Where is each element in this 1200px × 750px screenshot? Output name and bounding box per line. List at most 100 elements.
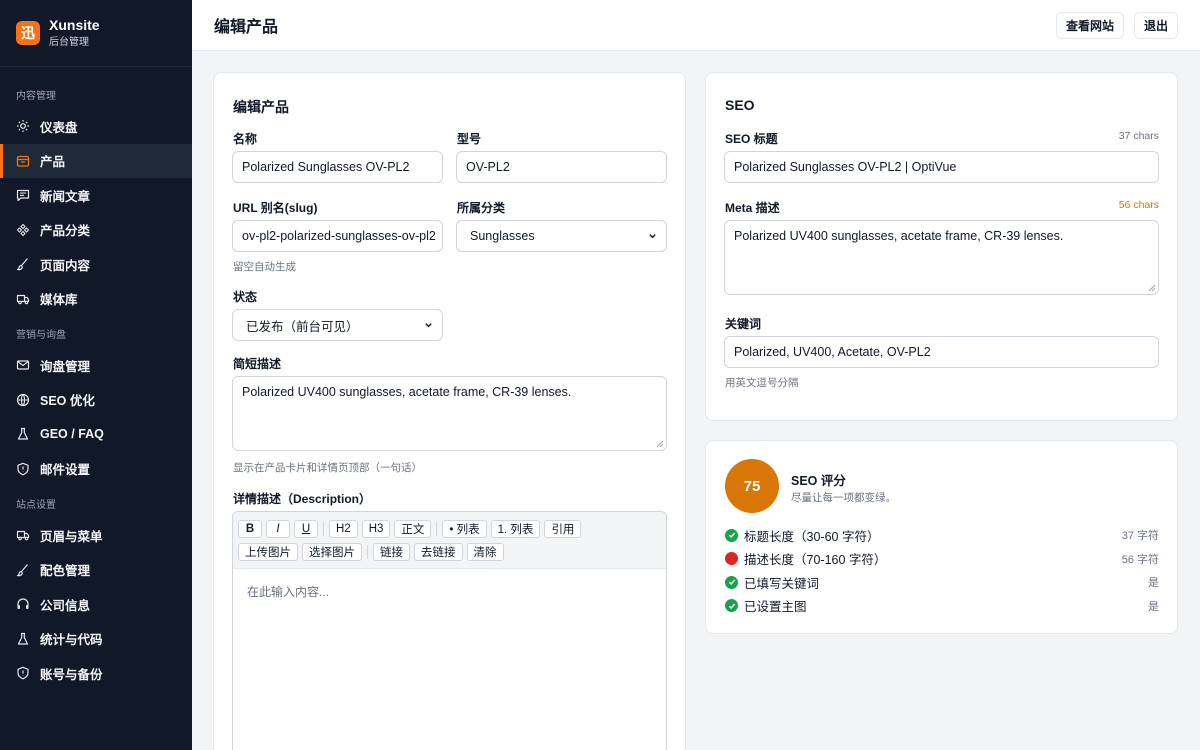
seo-title-label: SEO 标题 bbox=[725, 132, 778, 146]
sidebar-item-label: 页眉与菜单 bbox=[40, 529, 103, 544]
sidebar-item[interactable]: 公司信息 bbox=[0, 587, 192, 622]
sidebar-item[interactable]: 媒体库 bbox=[0, 282, 192, 317]
sidebar-item[interactable]: SEO 优化 bbox=[0, 383, 192, 418]
brand-name: Xunsite bbox=[49, 16, 100, 33]
rich-text-editor: B I U H2 H3 正文 • 列表 1. 列表 引用 上传图片 选择图片 链接 去链接 清除 在此输… bbox=[232, 511, 667, 750]
seo-score-card: 75 SEO 评分 尽量让每一项都变绿。 标题长度（30-60 字符） 37 字符… bbox=[705, 440, 1178, 634]
category-select-value: Sunglasses bbox=[470, 229, 535, 243]
view-site-button[interactable]: 查看网站 bbox=[1055, 11, 1124, 39]
seo-score-subtitle: 尽量让每一项都变绿。 bbox=[791, 492, 896, 504]
resize-handle-icon[interactable] bbox=[656, 440, 664, 448]
quote-button[interactable]: 引用 bbox=[544, 519, 582, 538]
link-button[interactable]: 链接 bbox=[373, 542, 410, 561]
logout-button[interactable]: 退出 bbox=[1133, 11, 1178, 39]
short-desc-textarea[interactable]: Polarized UV400 sunglasses, acetate fram… bbox=[232, 376, 667, 451]
check-fail-icon bbox=[725, 552, 738, 565]
seo-check-value: 是 bbox=[1148, 577, 1159, 589]
headphones-icon bbox=[16, 597, 30, 611]
seo-title-input[interactable]: Polarized Sunglasses OV-PL2 | OptiVue bbox=[724, 151, 1159, 183]
status-label: 状态 bbox=[233, 290, 258, 304]
bullet-list-button[interactable]: • 列表 bbox=[442, 519, 487, 538]
sidebar-item-label: 产品分类 bbox=[40, 224, 91, 239]
sidebar-item[interactable]: 仪表盘 bbox=[0, 109, 192, 144]
select-image-button[interactable]: 选择图片 bbox=[302, 542, 362, 561]
check-ok-icon bbox=[725, 528, 738, 542]
sidebar-item-label: 产品 bbox=[40, 155, 66, 170]
sidebar-section-title: 内容管理 bbox=[16, 91, 56, 102]
slug-input[interactable]: ov-pl2-polarized-sunglasses-ov-pl2 bbox=[232, 220, 443, 252]
paragraph-button[interactable]: 正文 bbox=[394, 519, 432, 538]
sidebar-item[interactable]: 统计与代码 bbox=[0, 622, 192, 657]
toolbar-row-media: 上传图片 选择图片 链接 去链接 清除 bbox=[238, 540, 661, 563]
seo-check-item: 标题长度（30-60 字符） 37 字符 bbox=[725, 526, 1159, 544]
model-label: 型号 bbox=[457, 132, 482, 146]
sidebar-item[interactable]: 配色管理 bbox=[0, 553, 192, 588]
toolbar-separator bbox=[323, 521, 324, 536]
sidebar-item-label: SEO 优化 bbox=[40, 394, 95, 409]
keywords-hint: 用英文逗号分隔 bbox=[725, 377, 799, 389]
seo-score-badge: 75 bbox=[725, 459, 779, 513]
sidebar-section-title: 营销与询盘 bbox=[16, 330, 66, 341]
editor-content[interactable]: 在此输入内容... bbox=[233, 569, 666, 614]
flask-icon bbox=[16, 427, 30, 441]
seo-check-value: 56 字符 bbox=[1121, 553, 1159, 566]
name-input[interactable]: Polarized Sunglasses OV-PL2 bbox=[232, 151, 443, 183]
sidebar-item[interactable]: 产品 bbox=[0, 143, 192, 178]
sidebar-item-label: 统计与代码 bbox=[40, 633, 103, 648]
unlink-button[interactable]: 去链接 bbox=[414, 542, 463, 561]
short-desc-label: 简短描述 bbox=[233, 357, 282, 371]
clear-format-button[interactable]: 清除 bbox=[466, 542, 504, 561]
toolbar-separator bbox=[367, 544, 368, 559]
category-select[interactable]: Sunglasses bbox=[456, 220, 667, 252]
sidebar-item[interactable]: 产品分类 bbox=[0, 213, 192, 248]
short-desc-hint: 显示在产品卡片和详情页顶部（一句话） bbox=[233, 462, 422, 474]
model-input[interactable]: OV-PL2 bbox=[456, 151, 667, 183]
grid-icon bbox=[16, 223, 30, 237]
meta-desc-textarea[interactable]: Polarized UV400 sunglasses, acetate fram… bbox=[724, 220, 1159, 295]
product-form-card: 编辑产品 名称 Polarized Sunglasses OV-PL2 型号 O… bbox=[213, 72, 686, 750]
meta-desc-counter: 56 chars bbox=[1118, 199, 1159, 211]
flask-icon bbox=[16, 632, 30, 646]
keywords-label: 关键词 bbox=[725, 317, 762, 331]
sidebar-item[interactable]: 新闻文章 bbox=[0, 178, 192, 213]
page-title: 编辑产品 bbox=[214, 19, 279, 36]
upload-image-button[interactable]: 上传图片 bbox=[238, 542, 298, 561]
check-ok-icon bbox=[725, 599, 738, 612]
sidebar-section-title: 站点设置 bbox=[16, 500, 56, 511]
sidebar-item-label: 询盘管理 bbox=[40, 359, 91, 374]
seo-check-label: 标题长度（30-60 字符） bbox=[744, 529, 880, 544]
status-select[interactable]: 已发布（前台可见） bbox=[232, 309, 443, 341]
sidebar-item-label: GEO / FAQ bbox=[40, 427, 104, 442]
seo-title-counter: 37 chars bbox=[1118, 130, 1159, 142]
sidebar-item-label: 账号与备份 bbox=[40, 667, 103, 682]
sidebar-item[interactable]: 页面内容 bbox=[0, 247, 192, 282]
sidebar-item[interactable]: 账号与备份 bbox=[0, 656, 192, 691]
numbered-list-button[interactable]: 1. 列表 bbox=[490, 519, 541, 538]
brush-icon bbox=[16, 257, 30, 271]
seo-check-item: 描述长度（70-160 字符） 56 字符 bbox=[725, 550, 1159, 568]
sidebar-item[interactable]: GEO / FAQ bbox=[0, 417, 192, 452]
sidebar-item[interactable]: 邮件设置 bbox=[0, 452, 192, 487]
seo-check-label: 已填写关键词 bbox=[744, 576, 820, 591]
seo-check-label: 已设置主图 bbox=[744, 600, 807, 614]
meta-desc-label: Meta 描述 bbox=[725, 201, 780, 215]
sidebar-item[interactable]: 页眉与菜单 bbox=[0, 518, 192, 553]
h3-button[interactable]: H3 bbox=[361, 519, 391, 538]
globe-icon bbox=[16, 393, 30, 407]
top-header: 编辑产品 查看网站 退出 bbox=[192, 0, 1200, 51]
sun-icon bbox=[16, 119, 30, 133]
underline-button[interactable]: U bbox=[294, 519, 318, 538]
resize-handle-icon[interactable] bbox=[1148, 284, 1156, 292]
keywords-input[interactable]: Polarized, UV400, Acetate, OV-PL2 bbox=[724, 336, 1159, 368]
box-icon bbox=[16, 154, 30, 168]
h2-button[interactable]: H2 bbox=[329, 519, 358, 538]
italic-button[interactable]: I bbox=[266, 519, 290, 538]
brand: 迅 Xunsite 后台管理 bbox=[0, 0, 192, 67]
brush-icon bbox=[16, 563, 30, 577]
sidebar-item[interactable]: 询盘管理 bbox=[0, 348, 192, 383]
seo-check-item: 已填写关键词 是 bbox=[725, 573, 1159, 591]
truck-icon bbox=[16, 528, 30, 542]
slug-label: URL 别名(slug) bbox=[233, 201, 318, 215]
bold-button[interactable]: B bbox=[238, 519, 262, 538]
sidebar: 迅 Xunsite 后台管理 内容管理仪表盘产品新闻文章产品分类页面内容 媒体库营… bbox=[0, 0, 192, 750]
